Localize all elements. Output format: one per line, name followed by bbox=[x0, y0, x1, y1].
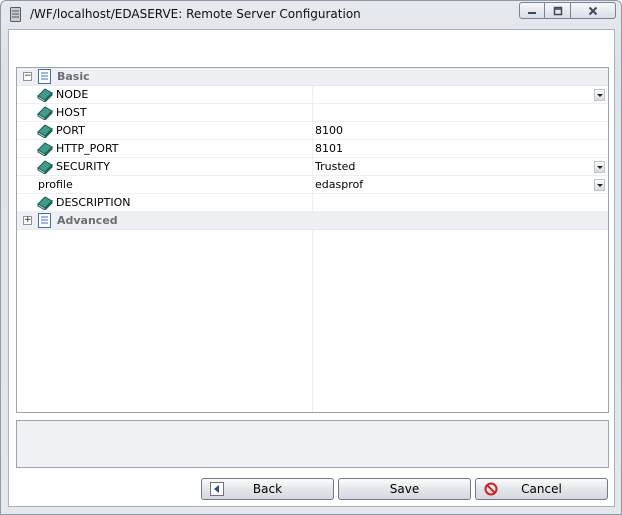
description-panel bbox=[16, 420, 609, 468]
property-name: DESCRIPTION bbox=[56, 196, 131, 209]
property-name: profile bbox=[38, 178, 73, 191]
property-row-node[interactable]: NODE bbox=[17, 86, 608, 104]
close-button[interactable] bbox=[571, 2, 616, 19]
property-book-icon bbox=[37, 196, 53, 210]
maximize-icon bbox=[553, 6, 562, 15]
minimize-icon bbox=[528, 11, 536, 14]
window-controls bbox=[519, 2, 616, 19]
category-label: Basic bbox=[57, 70, 90, 83]
property-value[interactable]: 8100 bbox=[315, 124, 343, 137]
property-book-icon bbox=[37, 88, 53, 102]
property-value[interactable]: 8101 bbox=[315, 142, 343, 155]
expand-icon[interactable]: + bbox=[23, 216, 32, 225]
property-row-host[interactable]: HOST bbox=[17, 104, 608, 122]
server-icon bbox=[10, 7, 21, 22]
property-row-port[interactable]: PORT 8100 bbox=[17, 122, 608, 140]
property-name: PORT bbox=[56, 124, 85, 137]
dropdown-arrow-icon[interactable] bbox=[594, 179, 605, 191]
save-button[interactable]: Save bbox=[338, 478, 471, 500]
minimize-button[interactable] bbox=[519, 2, 545, 19]
property-grid[interactable]: − Basic NODE HOST PORT 8100 HTTP_PORT 81… bbox=[16, 67, 609, 413]
property-row-security[interactable]: SECURITY Trusted bbox=[17, 158, 608, 176]
property-book-icon bbox=[37, 142, 53, 156]
close-icon bbox=[588, 6, 598, 15]
property-row-description[interactable]: DESCRIPTION bbox=[17, 194, 608, 212]
collapse-icon[interactable]: − bbox=[23, 72, 32, 81]
maximize-button[interactable] bbox=[545, 2, 571, 19]
dropdown-arrow-icon[interactable] bbox=[594, 89, 605, 101]
cancel-button-label: Cancel bbox=[521, 482, 562, 496]
cancel-button[interactable]: Cancel bbox=[475, 478, 608, 500]
property-row-http-port[interactable]: HTTP_PORT 8101 bbox=[17, 140, 608, 158]
property-book-icon bbox=[37, 124, 53, 138]
property-name: NODE bbox=[56, 88, 89, 101]
category-basic[interactable]: − Basic bbox=[17, 68, 608, 86]
property-name: HTTP_PORT bbox=[56, 142, 119, 155]
property-book-icon bbox=[37, 160, 53, 174]
back-button[interactable]: Back bbox=[201, 478, 334, 500]
window-title: /WF/localhost/EDASERVE: Remote Server Co… bbox=[30, 7, 361, 21]
property-book-icon bbox=[37, 106, 53, 120]
document-icon bbox=[38, 213, 51, 228]
divider bbox=[16, 415, 609, 416]
back-button-label: Back bbox=[252, 482, 283, 496]
config-window: /WF/localhost/EDASERVE: Remote Server Co… bbox=[0, 0, 622, 515]
property-name: SECURITY bbox=[56, 160, 110, 173]
property-value[interactable]: Trusted bbox=[315, 160, 355, 173]
property-value[interactable]: edasprof bbox=[315, 178, 363, 191]
property-row-profile[interactable]: profile edasprof bbox=[17, 176, 608, 194]
save-button-label: Save bbox=[389, 482, 420, 496]
dropdown-arrow-icon[interactable] bbox=[594, 161, 605, 173]
title-bar: /WF/localhost/EDASERVE: Remote Server Co… bbox=[1, 1, 621, 27]
document-icon bbox=[38, 69, 51, 84]
property-name: HOST bbox=[56, 106, 87, 119]
category-label: Advanced bbox=[57, 214, 118, 227]
category-advanced[interactable]: + Advanced bbox=[17, 212, 608, 230]
